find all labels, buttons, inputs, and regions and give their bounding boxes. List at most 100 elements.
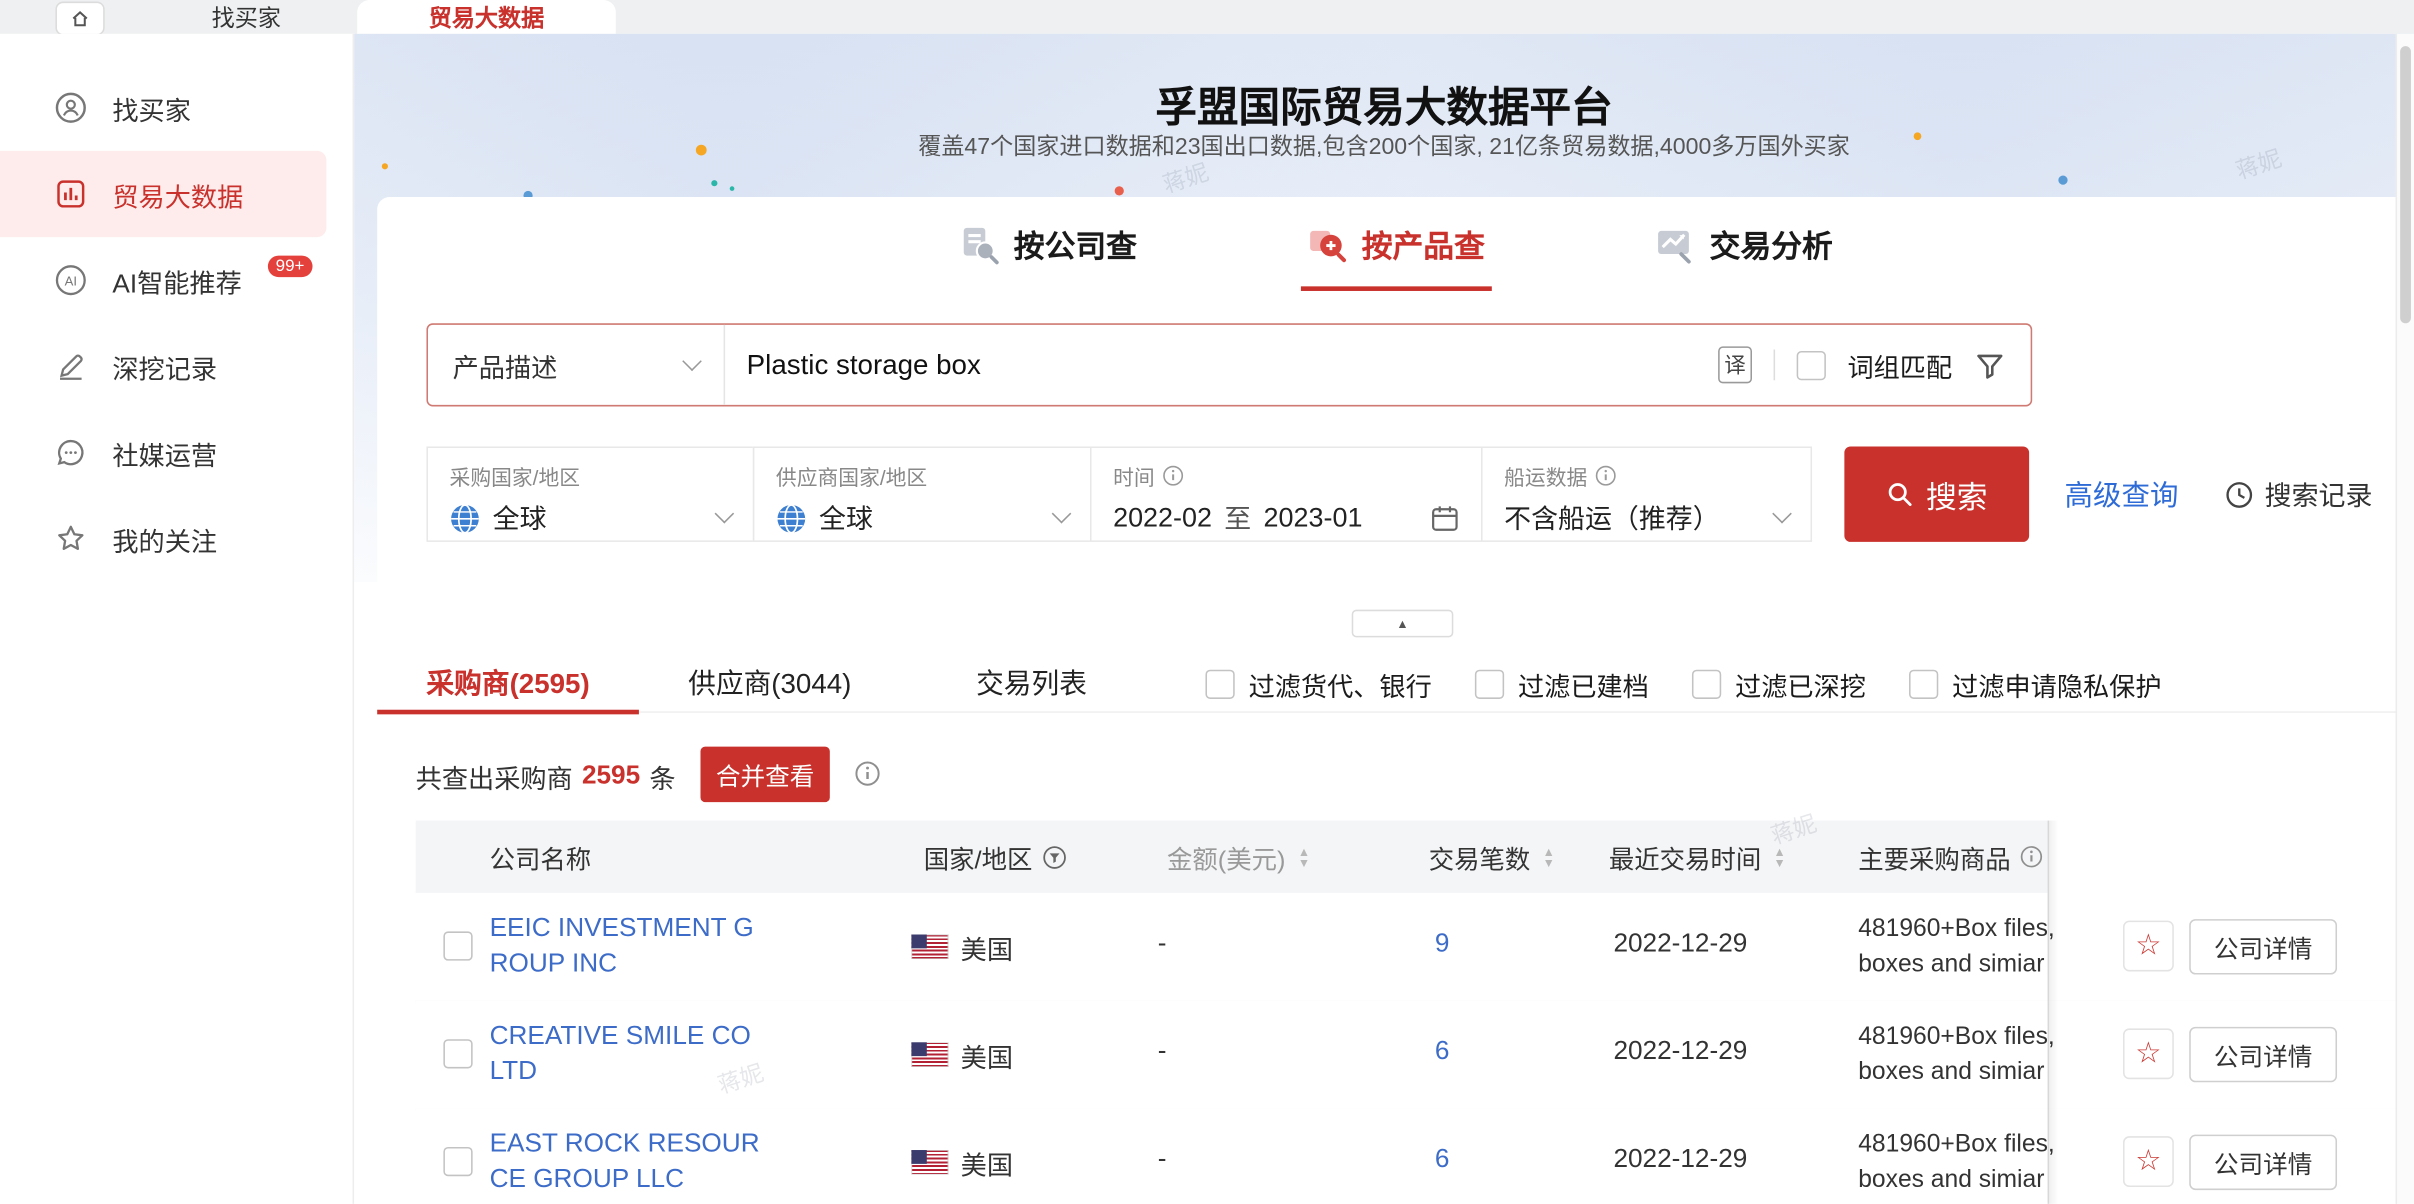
star-icon (52, 520, 89, 557)
user-circle-icon (52, 89, 89, 126)
merge-view-button[interactable]: 合并查看 (700, 747, 829, 802)
tab-suppliers[interactable]: 供应商(3044) (639, 654, 901, 713)
tab-label: 采购商(2595) (426, 668, 589, 699)
vertical-scrollbar[interactable] (2396, 34, 2414, 1204)
trade-data-icon (52, 176, 89, 213)
filter-funnel-icon[interactable] (1974, 349, 2006, 381)
info-icon[interactable] (2020, 845, 2043, 868)
filter-label: 时间 (1113, 460, 1155, 491)
row-checkbox[interactable] (443, 1147, 472, 1176)
tab-label: 交易列表 (976, 668, 1087, 699)
map-dot (2058, 176, 2067, 185)
company-detail-button[interactable]: 公司详情 (2189, 919, 2337, 974)
filter-archived[interactable]: 过滤已建档 (1475, 664, 1649, 702)
collapse-button[interactable]: ▲ (1352, 610, 1454, 638)
chevron-down-icon (1052, 504, 1072, 524)
sort-icon[interactable]: ▲▼ (1774, 846, 1786, 868)
filter-forwarder-bank-checkbox[interactable] (1205, 669, 1234, 698)
field-type-dropdown[interactable]: 产品描述 (428, 325, 725, 405)
filter-label: 供应商国家/地区 (776, 460, 927, 491)
favorite-button[interactable]: ☆ (2123, 1028, 2174, 1079)
field-type-label: 产品描述 (453, 346, 558, 384)
filter-value: 全球 (493, 499, 547, 537)
country-filter-icon[interactable] (1042, 844, 1067, 869)
filter-forwarder-bank[interactable]: 过滤货代、银行 (1205, 664, 1431, 702)
filter-privacy-checkbox[interactable] (1909, 669, 1938, 698)
supplier-country-filter[interactable]: 供应商国家/地区 全球 (753, 446, 1092, 541)
sidebar-item-my-follows[interactable]: 我的关注 (0, 496, 353, 582)
phrase-match-checkbox[interactable] (1797, 350, 1826, 379)
search-input-tools: 译 词组匹配 (1718, 346, 2031, 384)
deal-count-link[interactable]: 9 (1435, 928, 1450, 959)
buyer-country-filter[interactable]: 采购国家/地区 全球 (426, 446, 754, 541)
sidebar-item-find-buyers[interactable]: 找买家 (0, 65, 353, 151)
pencil-icon (52, 348, 89, 385)
sort-icon[interactable]: ▲▼ (1543, 846, 1555, 868)
col-main-products: 主要采购商品 (1858, 821, 2043, 893)
tab-search-by-product[interactable]: 按产品查 (1306, 222, 1485, 267)
company-detail-button[interactable]: 公司详情 (2189, 1135, 2337, 1190)
summary-prefix: 共查出采购商 (416, 757, 573, 795)
company-link[interactable]: EEIC INVESTMENT GROUP INC (490, 910, 770, 981)
sidebar-item-deep-dig-records[interactable]: 深挖记录 (0, 323, 353, 409)
tab-transactions[interactable]: 交易列表 (901, 654, 1163, 713)
search-input-row: 产品描述 译 词组匹配 (426, 323, 2032, 406)
sidebar-item-label: AI智能推荐 (112, 261, 241, 299)
shipping-data-filter[interactable]: 船运数据 不含船运（推荐） (1481, 446, 1812, 541)
sidebar-item-ai-recommend[interactable]: AI AI智能推荐 99+ (0, 237, 353, 323)
translate-icon[interactable]: 译 (1718, 346, 1752, 383)
main-products: 481960+Box files, boxes and simiar (1858, 911, 2077, 982)
star-icon: ☆ (2135, 1144, 2161, 1179)
ai-icon: AI (52, 262, 89, 299)
info-icon (1595, 465, 1617, 487)
filter-value: 不含船运（推荐） (1504, 499, 1720, 537)
favorite-button[interactable]: ☆ (2123, 1136, 2174, 1187)
notification-badge: 99+ (268, 256, 312, 278)
tab-label: 供应商(3044) (688, 668, 851, 699)
tab-trade-analysis[interactable]: 交易分析 (1654, 222, 1833, 267)
sort-icon[interactable]: ▲▼ (1298, 846, 1310, 868)
time-range-filter[interactable]: 时间 2022-02 至 2023-01 (1090, 446, 1483, 541)
sidebar-item-social-media[interactable]: 社媒运营 (0, 410, 353, 496)
date-to[interactable]: 2023-01 (1264, 502, 1363, 534)
chevron-down-icon (1772, 504, 1792, 524)
search-button[interactable]: 搜索 (1844, 446, 2029, 541)
sidebar-item-trade-data[interactable]: 贸易大数据 (0, 151, 326, 237)
date-from[interactable]: 2022-02 (1113, 502, 1212, 534)
table-row: EAST ROCK RESOURCE GROUP LLC 美国 - 6 2022… (416, 1108, 2396, 1203)
checkbox-label: 过滤已建档 (1518, 664, 1649, 702)
filter-deep-dug[interactable]: 过滤已深挖 (1692, 664, 1866, 702)
top-tab-trade-data[interactable]: 贸易大数据 (357, 0, 616, 34)
tab-buyers[interactable]: 采购商(2595) (377, 654, 639, 713)
info-icon[interactable] (854, 761, 880, 787)
search-input[interactable] (725, 347, 1718, 382)
search-history-link[interactable]: 搜索记录 (2225, 446, 2373, 541)
filter-privacy[interactable]: 过滤申请隐私保护 (1909, 664, 2161, 702)
row-checkbox[interactable] (443, 931, 472, 960)
map-dot (1115, 186, 1124, 195)
company-link[interactable]: CREATIVE SMILE CO LTD (490, 1018, 770, 1089)
top-tab-label: 找买家 (212, 1, 281, 33)
filter-value: 全球 (819, 499, 873, 537)
company-link[interactable]: EAST ROCK RESOURCE GROUP LLC (490, 1125, 770, 1196)
filter-deep-dug-checkbox[interactable] (1692, 669, 1721, 698)
map-dot (382, 163, 388, 169)
top-tab-find-buyers[interactable]: 找买家 (154, 0, 339, 34)
sidebar-item-label: 深挖记录 (112, 347, 217, 385)
filter-archived-checkbox[interactable] (1475, 669, 1504, 698)
checkbox-label: 过滤已深挖 (1735, 664, 1866, 702)
row-checkbox[interactable] (443, 1039, 472, 1068)
last-trade-date: 2022-12-29 (1613, 1036, 1747, 1067)
page-title: 孚盟国际贸易大数据平台 (354, 74, 2414, 134)
company-detail-button[interactable]: 公司详情 (2189, 1027, 2337, 1082)
tab-search-by-company[interactable]: 按公司查 (958, 222, 1137, 267)
date-separator: 至 (1224, 499, 1251, 537)
table-row: EEIC INVESTMENT GROUP INC 美国 - 9 2022-12… (416, 893, 2396, 1002)
home-button[interactable] (55, 2, 104, 36)
advanced-search-link[interactable]: 高级查询 (2060, 446, 2183, 541)
collapse-arrow-icon: ▲ (1396, 617, 1408, 631)
scrollbar-thumb[interactable] (2400, 46, 2411, 323)
deal-count-link[interactable]: 6 (1435, 1144, 1450, 1175)
deal-count-link[interactable]: 6 (1435, 1036, 1450, 1067)
favorite-button[interactable]: ☆ (2123, 921, 2174, 972)
